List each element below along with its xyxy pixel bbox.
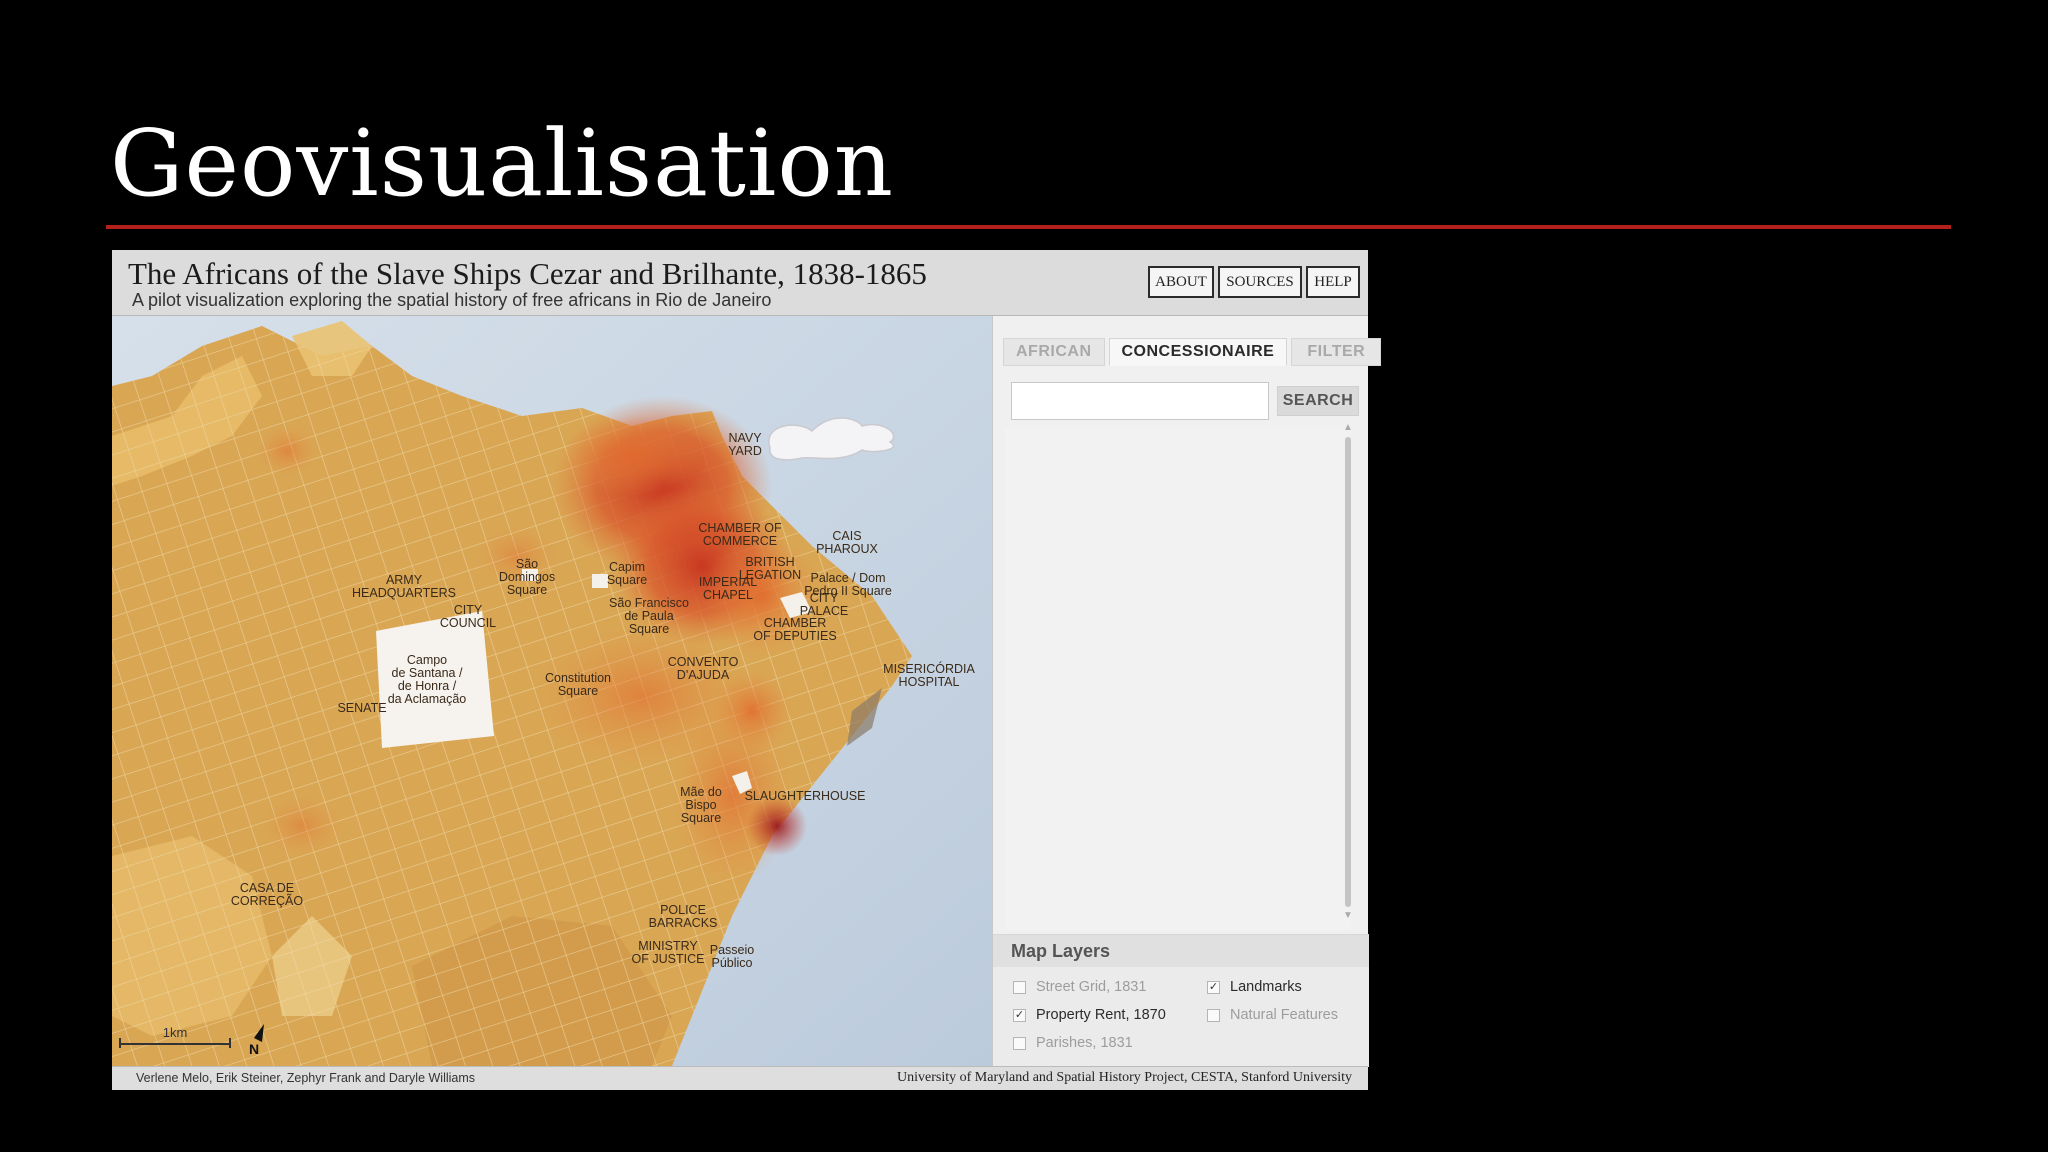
app-subtitle: A pilot visualization exploring the spat… [132, 290, 772, 310]
credits-authors: Verlene Melo, Erik Steiner, Zephyr Frank… [136, 1071, 476, 1085]
layer-label: Parishes, 1831 [1036, 1035, 1133, 1051]
layer-street-grid[interactable]: Street Grid, 1831 [1013, 979, 1146, 995]
checkbox-icon[interactable] [1013, 1036, 1026, 1050]
scroll-down-icon[interactable]: ▼ [1343, 911, 1353, 921]
layer-label: Natural Features [1230, 1007, 1338, 1023]
map-canvas[interactable]: 1km N NAVY YARDCHAMBER OF COMMERCE CAIS PHAR… [112, 316, 992, 1066]
map-layers-panel: Map Layers Street Grid, 1831 ✓ Landmarks… [993, 934, 1369, 1067]
app-footer: Verlene Melo, Erik Steiner, Zephyr Frank… [112, 1066, 1368, 1090]
map-label: Capim Square [607, 560, 647, 587]
about-button[interactable]: ABOUT [1148, 266, 1214, 298]
layer-property-rent[interactable]: ✓ Property Rent, 1870 [1013, 1007, 1166, 1023]
layer-label: Landmarks [1230, 979, 1302, 995]
tab-filter[interactable]: FILTER [1291, 338, 1382, 366]
checkbox-icon[interactable] [1013, 980, 1026, 994]
north-label: N [249, 1041, 259, 1057]
search-input[interactable] [1011, 382, 1269, 420]
search-button[interactable]: SEARCH [1277, 386, 1359, 416]
layer-landmarks[interactable]: ✓ Landmarks [1207, 979, 1302, 995]
scale-label: 1km [163, 1025, 188, 1040]
layer-natural-features[interactable]: Natural Features [1207, 1007, 1338, 1023]
map-label: CHAMBER OF DEPUTIES [753, 616, 836, 643]
map-label: CHAMBER OF COMMERCE [698, 521, 782, 548]
checkbox-checked-icon[interactable]: ✓ [1013, 1008, 1026, 1022]
sources-button[interactable]: SOURCES [1218, 266, 1302, 298]
map-label: CONVENTO D'AJUDA [668, 655, 739, 682]
tab-bar: AFRICAN CONCESSIONAIRE FILTER [1003, 338, 1382, 366]
slide-title: Geovisualisation [110, 110, 894, 217]
results-list[interactable] [1005, 428, 1351, 930]
map-label: CASA DE CORREÇÃO [231, 881, 304, 908]
map-label: SLAUGHTERHOUSE [745, 789, 866, 803]
credits-institutions: University of Maryland and Spatial Histo… [897, 1070, 1352, 1085]
scroll-track[interactable] [1345, 437, 1351, 907]
map-label: SENATE [337, 701, 386, 715]
map-label: Passeio Público [710, 943, 755, 970]
tab-concessionaire[interactable]: CONCESSIONAIRE [1108, 338, 1288, 366]
map-label: Mãe do Bispo Square [680, 785, 722, 825]
layer-label: Street Grid, 1831 [1036, 979, 1147, 995]
app-header: The Africans of the Slave Ships Cezar an… [112, 250, 1368, 316]
tab-african[interactable]: AFRICAN [1003, 338, 1105, 366]
map-label: NAVY YARD [728, 431, 762, 458]
map-layers-heading: Map Layers [993, 935, 1369, 967]
map-label: IMPERIAL CHAPEL [699, 575, 757, 602]
checkbox-icon[interactable] [1207, 1008, 1220, 1022]
app-title: The Africans of the Slave Ships Cezar an… [128, 256, 927, 291]
scroll-up-icon[interactable]: ▲ [1343, 423, 1353, 433]
map-label: MINISTRY OF JUSTICE [632, 939, 705, 966]
results-scrollbar[interactable]: ▲ ▼ [1341, 423, 1355, 923]
layer-parishes[interactable]: Parishes, 1831 [1013, 1035, 1133, 1051]
checkbox-checked-icon[interactable]: ✓ [1207, 980, 1220, 994]
help-button[interactable]: HELP [1306, 266, 1360, 298]
app-window: The Africans of the Slave Ships Cezar an… [112, 250, 1382, 1090]
layer-label: Property Rent, 1870 [1036, 1007, 1166, 1023]
title-divider [106, 225, 1951, 229]
map-view[interactable]: 1km N NAVY YARD CHAMBER OF COMMERCE CAIS PHAR… [112, 316, 992, 1066]
side-panel: AFRICAN CONCESSIONAIRE FILTER SEARCH ▲ ▼… [992, 316, 1382, 1067]
